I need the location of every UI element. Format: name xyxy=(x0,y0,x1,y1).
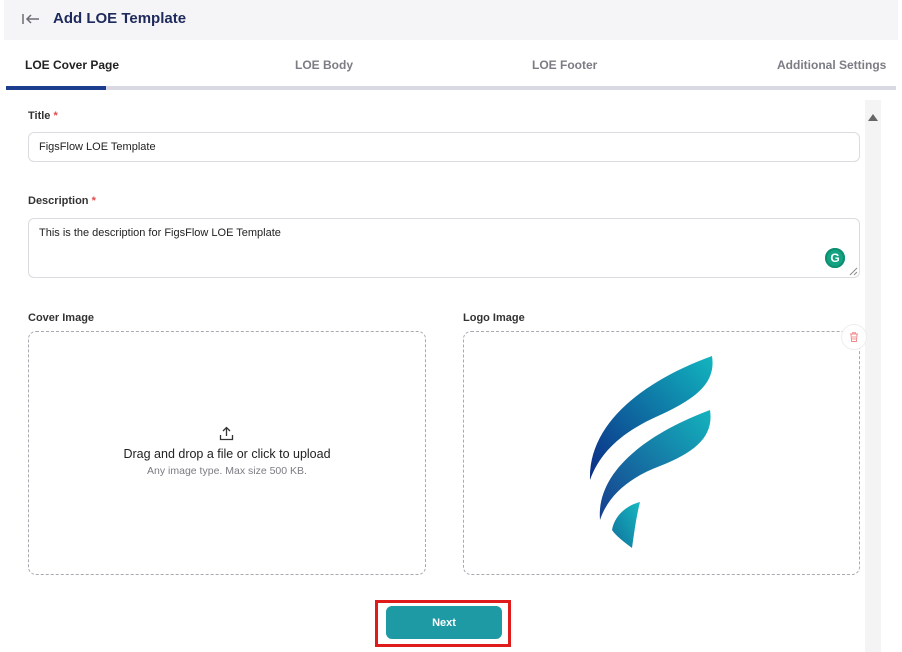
logo-image-label: Logo Image xyxy=(463,312,525,324)
upload-icon xyxy=(219,426,234,441)
upload-hint: Any image type. Max size 500 KB. xyxy=(147,465,307,477)
title-label: Title * xyxy=(28,110,58,122)
delete-logo-button[interactable] xyxy=(841,324,867,350)
next-button[interactable]: Next xyxy=(386,606,502,639)
upload-instructions: Drag and drop a file or click to upload xyxy=(123,447,331,461)
tab-loe-body[interactable]: LOE Body xyxy=(295,58,353,72)
tab-loe-cover-page[interactable]: LOE Cover Page xyxy=(25,58,119,72)
page-header: Add LOE Template xyxy=(4,0,898,40)
collapse-left-arrow-icon[interactable] xyxy=(21,11,41,27)
required-marker: * xyxy=(53,110,58,122)
tab-loe-footer[interactable]: LOE Footer xyxy=(532,58,597,72)
tab-bar: LOE Cover Page LOE Body LOE Footer Addit… xyxy=(6,40,896,90)
page-title: Add LOE Template xyxy=(53,10,187,27)
title-input[interactable] xyxy=(28,132,860,162)
title-label-text: Title xyxy=(28,110,51,122)
grammarly-letter: G xyxy=(825,248,845,268)
description-input[interactable]: This is the description for FigsFlow LOE… xyxy=(28,218,860,278)
cover-image-label: Cover Image xyxy=(28,312,95,324)
required-marker: * xyxy=(91,195,96,207)
trash-icon xyxy=(850,332,858,342)
description-label: Description * xyxy=(28,195,96,207)
resize-handle-icon[interactable] xyxy=(849,267,858,276)
tab-additional-settings[interactable]: Additional Settings xyxy=(777,58,886,72)
scroll-up-arrow-icon[interactable] xyxy=(868,114,878,121)
tab-track xyxy=(6,86,896,90)
figsflow-logo-image xyxy=(589,356,713,548)
grammarly-icon[interactable]: G xyxy=(825,248,845,268)
active-tab-indicator xyxy=(6,86,106,90)
description-label-text: Description xyxy=(28,195,89,207)
scrollbar[interactable] xyxy=(865,100,881,652)
